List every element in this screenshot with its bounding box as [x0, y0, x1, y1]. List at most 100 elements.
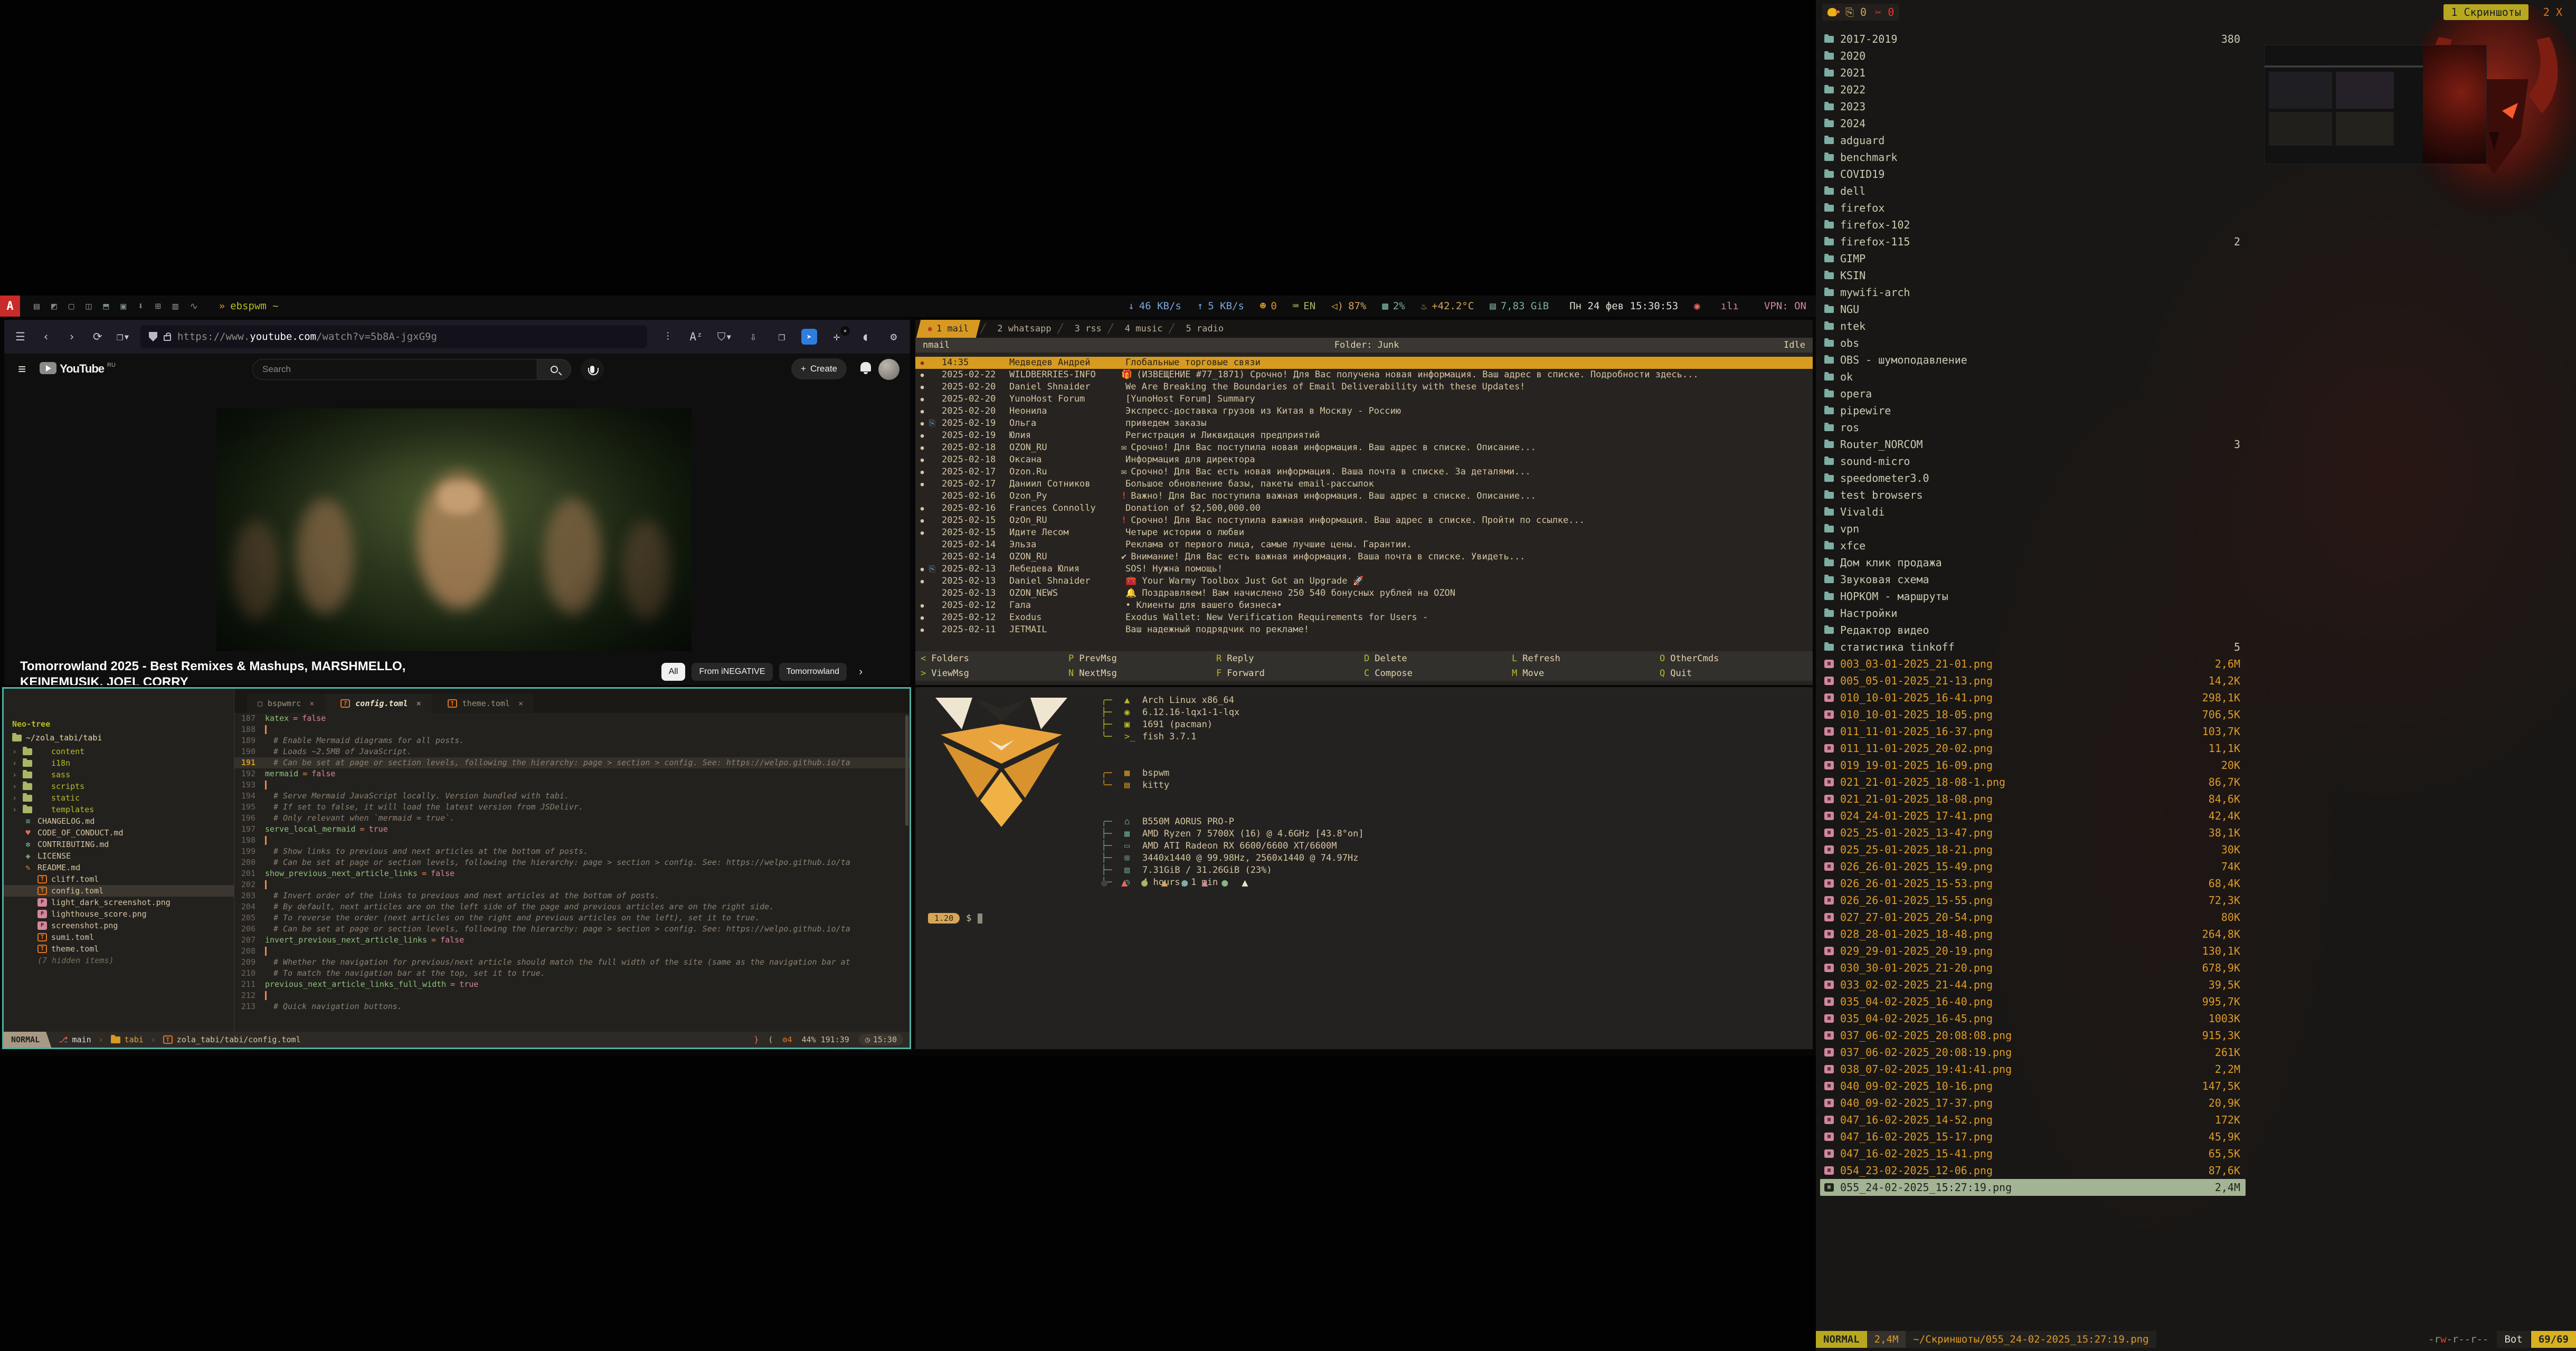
tree-item[interactable]: Ttheme.toml: [4, 943, 234, 955]
tree-item[interactable]: ›i18n: [4, 757, 234, 769]
arch-launcher-icon[interactable]: A: [0, 296, 20, 317]
tracking-shield-icon[interactable]: [149, 332, 157, 341]
file-row[interactable]: ▦ 040_09-02-2025_10-16.png 147,5K: [1820, 1078, 2246, 1095]
tree-item[interactable]: ›scripts: [4, 781, 234, 792]
message-row[interactable]: 2025-02-14 Эльза Реклама от первого лица…: [915, 539, 1813, 551]
file-row[interactable]: ▦ obs: [1820, 335, 2246, 351]
file-row[interactable]: ▦ 2022: [1820, 81, 2246, 98]
url-bar[interactable]: https://www.youtube.com/watch?v=5b8A-jgx…: [140, 325, 647, 348]
file-row[interactable]: ▦ 037_06-02-2025_20:08:19.png 261K: [1820, 1044, 2246, 1061]
menu-hamburger-icon[interactable]: ≡: [18, 361, 26, 377]
file-row[interactable]: ▦ НОРКОМ - маршруты: [1820, 588, 2246, 605]
terminal-tab[interactable]: 4 music: [1111, 320, 1172, 338]
file-row[interactable]: ▦ Редактор видео: [1820, 622, 2246, 639]
message-row[interactable]: ● 2025-02-16 Frances Connolly Donation o…: [915, 502, 1813, 515]
create-button[interactable]: +Create: [791, 358, 847, 379]
workspace-icon[interactable]: ⬒: [103, 301, 109, 312]
file-row[interactable]: ▦ firefox: [1820, 199, 2246, 216]
message-row[interactable]: ● 2025-02-18 OZON_RU ✉ Срочно! Для Вас п…: [915, 442, 1813, 454]
bookmark-icon[interactable]: ⛉▾: [716, 330, 734, 344]
file-row[interactable]: ▦ 047_16-02-2025_15-41.png 65,5K: [1820, 1145, 2246, 1162]
forward-button[interactable]: ›: [63, 330, 81, 343]
file-row[interactable]: ▦ speedometer3.0: [1820, 470, 2246, 487]
file-row[interactable]: ▦ 026_26-01-2025_15-55.png 72,3K: [1820, 892, 2246, 909]
message-row[interactable]: ● 2025-02-20 Daniel Shnaider We Are Brea…: [915, 381, 1813, 393]
file-row[interactable]: ▦ ntek: [1820, 318, 2246, 335]
voice-search-button[interactable]: [581, 358, 604, 381]
file-row[interactable]: ▦ 030_30-01-2025_21-20.png 678,9K: [1820, 959, 2246, 976]
editor-tab[interactable]: ▢bspwmrc×: [247, 694, 325, 713]
neotree-root[interactable]: ~/zola_tabi/tabi: [12, 733, 102, 743]
youtube-logo[interactable]: YouTube RU: [40, 362, 116, 376]
terminal-tab[interactable]: 5 radio: [1172, 320, 1233, 338]
rss-icon[interactable]: ⫶: [659, 330, 677, 344]
filter-chip[interactable]: All: [661, 663, 686, 681]
file-row[interactable]: ▦ KSIN: [1820, 267, 2246, 284]
file-row[interactable]: ▦ 024_24-01-2025_17-41.png 42,4K: [1820, 807, 2246, 824]
video-player[interactable]: [216, 408, 692, 651]
file-row[interactable]: ▦ 010_10-01-2025_18-05.png 706,5K: [1820, 706, 2246, 723]
scrollbar[interactable]: [905, 715, 908, 826]
editor-tab[interactable]: Ttheme.toml×: [432, 694, 534, 713]
avatar[interactable]: [878, 359, 899, 380]
message-row[interactable]: ● 2025-02-15 Идите Лесом Четыре истории …: [915, 527, 1813, 539]
mail-command[interactable]: RReply: [1216, 653, 1364, 664]
message-row[interactable]: ● 2025-02-19 Юлия Регистрация и Ликвидац…: [915, 430, 1813, 442]
tree-item[interactable]: ◈LICENSE: [4, 850, 234, 862]
message-row[interactable]: 2025-02-14 OZON_RU ✔ Внимание! Для Вас е…: [915, 551, 1813, 563]
message-row[interactable]: ● 2025-02-17 Ozon.Ru ✉ Срочно! Для Вас е…: [915, 466, 1813, 478]
file-row[interactable]: ▦ 054_23-02-2025_12-06.png 87,6K: [1820, 1162, 2246, 1179]
file-row[interactable]: ▦ xfce: [1820, 537, 2246, 554]
file-row[interactable]: ▦ 040_09-02-2025_17-37.png 20,9K: [1820, 1095, 2246, 1111]
tree-item[interactable]: ›templates: [4, 804, 234, 815]
file-row[interactable]: ▦ NGU: [1820, 301, 2246, 318]
file-row[interactable]: ▦ firefox-102: [1820, 216, 2246, 233]
file-row[interactable]: ▦ opera: [1820, 385, 2246, 402]
file-row[interactable]: ▦ 011_11-01-2025_20-02.png 11,1K: [1820, 740, 2246, 757]
file-row[interactable]: ▦ 2017-2019 380: [1820, 31, 2246, 47]
tree-item[interactable]: Plighthouse_score.png: [4, 908, 234, 920]
close-icon[interactable]: ×: [309, 699, 314, 708]
tree-item[interactable]: Tcliff.toml: [4, 873, 234, 885]
file-row[interactable]: ▦ OBS - шумоподавление: [1820, 351, 2246, 368]
download-icon[interactable]: ⇩: [744, 330, 762, 343]
file-row[interactable]: ▦ 021_21-01-2025_18-08-1.png 86,7K: [1820, 774, 2246, 791]
file-row[interactable]: ▦ 025_25-01-2025_13-47.png 38,1K: [1820, 824, 2246, 841]
message-row[interactable]: ● 2025-02-20 YunoHost Forum [YunoHost Fo…: [915, 393, 1813, 405]
file-row[interactable]: ▦ 011_11-01-2025_16-37.png 103,7K: [1820, 723, 2246, 740]
tree-item[interactable]: Tsumi.toml: [4, 931, 234, 943]
file-row[interactable]: ▦ ros: [1820, 419, 2246, 436]
message-row[interactable]: ● 2025-02-20 Неонила Экспресс-доставка г…: [915, 405, 1813, 417]
yazi-tab[interactable]: 2 X: [2536, 4, 2570, 20]
file-row[interactable]: ▦ 021_21-01-2025_18-08.png 84,6K: [1820, 791, 2246, 807]
workspace-icon[interactable]: ⊞: [155, 301, 161, 312]
mail-command[interactable]: <Folders: [921, 653, 1068, 664]
yazi-tab[interactable]: 1 Скриншоты: [2444, 4, 2528, 20]
editor-tab[interactable]: Tconfig.toml×: [325, 694, 431, 713]
workspace-icon[interactable]: ▥: [173, 301, 178, 312]
file-row[interactable]: ▦ 038_07-02-2025_19:41:41.png 2,2M: [1820, 1061, 2246, 1078]
tree-item[interactable]: Pscreenshot.png: [4, 920, 234, 931]
mail-command[interactable]: OOtherCmds: [1660, 653, 1807, 664]
file-row[interactable]: ▦ 047_16-02-2025_15-17.png 45,9K: [1820, 1128, 2246, 1145]
workspace-icon[interactable]: ◫: [86, 301, 92, 312]
tree-item[interactable]: Tconfig.toml: [4, 885, 234, 897]
reload-button[interactable]: ⟳: [89, 330, 106, 343]
workspace-icon[interactable]: ◩: [51, 301, 57, 312]
message-row[interactable]: ● 2025-02-12 Гала • Клиенты для вашего б…: [915, 600, 1813, 612]
tree-item[interactable]: ›sass: [4, 769, 234, 781]
workspace-icon[interactable]: ∿: [190, 301, 198, 312]
file-row[interactable]: ▦ 033_02-02-2025_21-44.png 39,5K: [1820, 976, 2246, 993]
file-row[interactable]: ▦ 035_04-02-2025_16-45.png 1003K: [1820, 1010, 2246, 1027]
file-row[interactable]: ▦ adguard: [1820, 132, 2246, 149]
workspace-icon[interactable]: ▢: [69, 301, 74, 312]
file-row[interactable]: ▦ 010_10-01-2025_16-41.png 298,1K: [1820, 689, 2246, 706]
file-row[interactable]: ▦ 019_19-01-2025_16-09.png 20K: [1820, 757, 2246, 774]
tree-item[interactable]: ♥CODE_OF_CONDUCT.md: [4, 827, 234, 839]
file-row[interactable]: ▦ 027_27-01-2025_20-54.png 80K: [1820, 909, 2246, 926]
file-row[interactable]: ▦ pipewire: [1820, 402, 2246, 419]
file-row[interactable]: ▦ ok: [1820, 368, 2246, 385]
file-row[interactable]: ▦ 025_25-01-2025_18-21.png 30K: [1820, 841, 2246, 858]
close-icon[interactable]: ×: [518, 699, 523, 708]
file-row[interactable]: ▦ 047_16-02-2025_14-52.png 172K: [1820, 1111, 2246, 1128]
